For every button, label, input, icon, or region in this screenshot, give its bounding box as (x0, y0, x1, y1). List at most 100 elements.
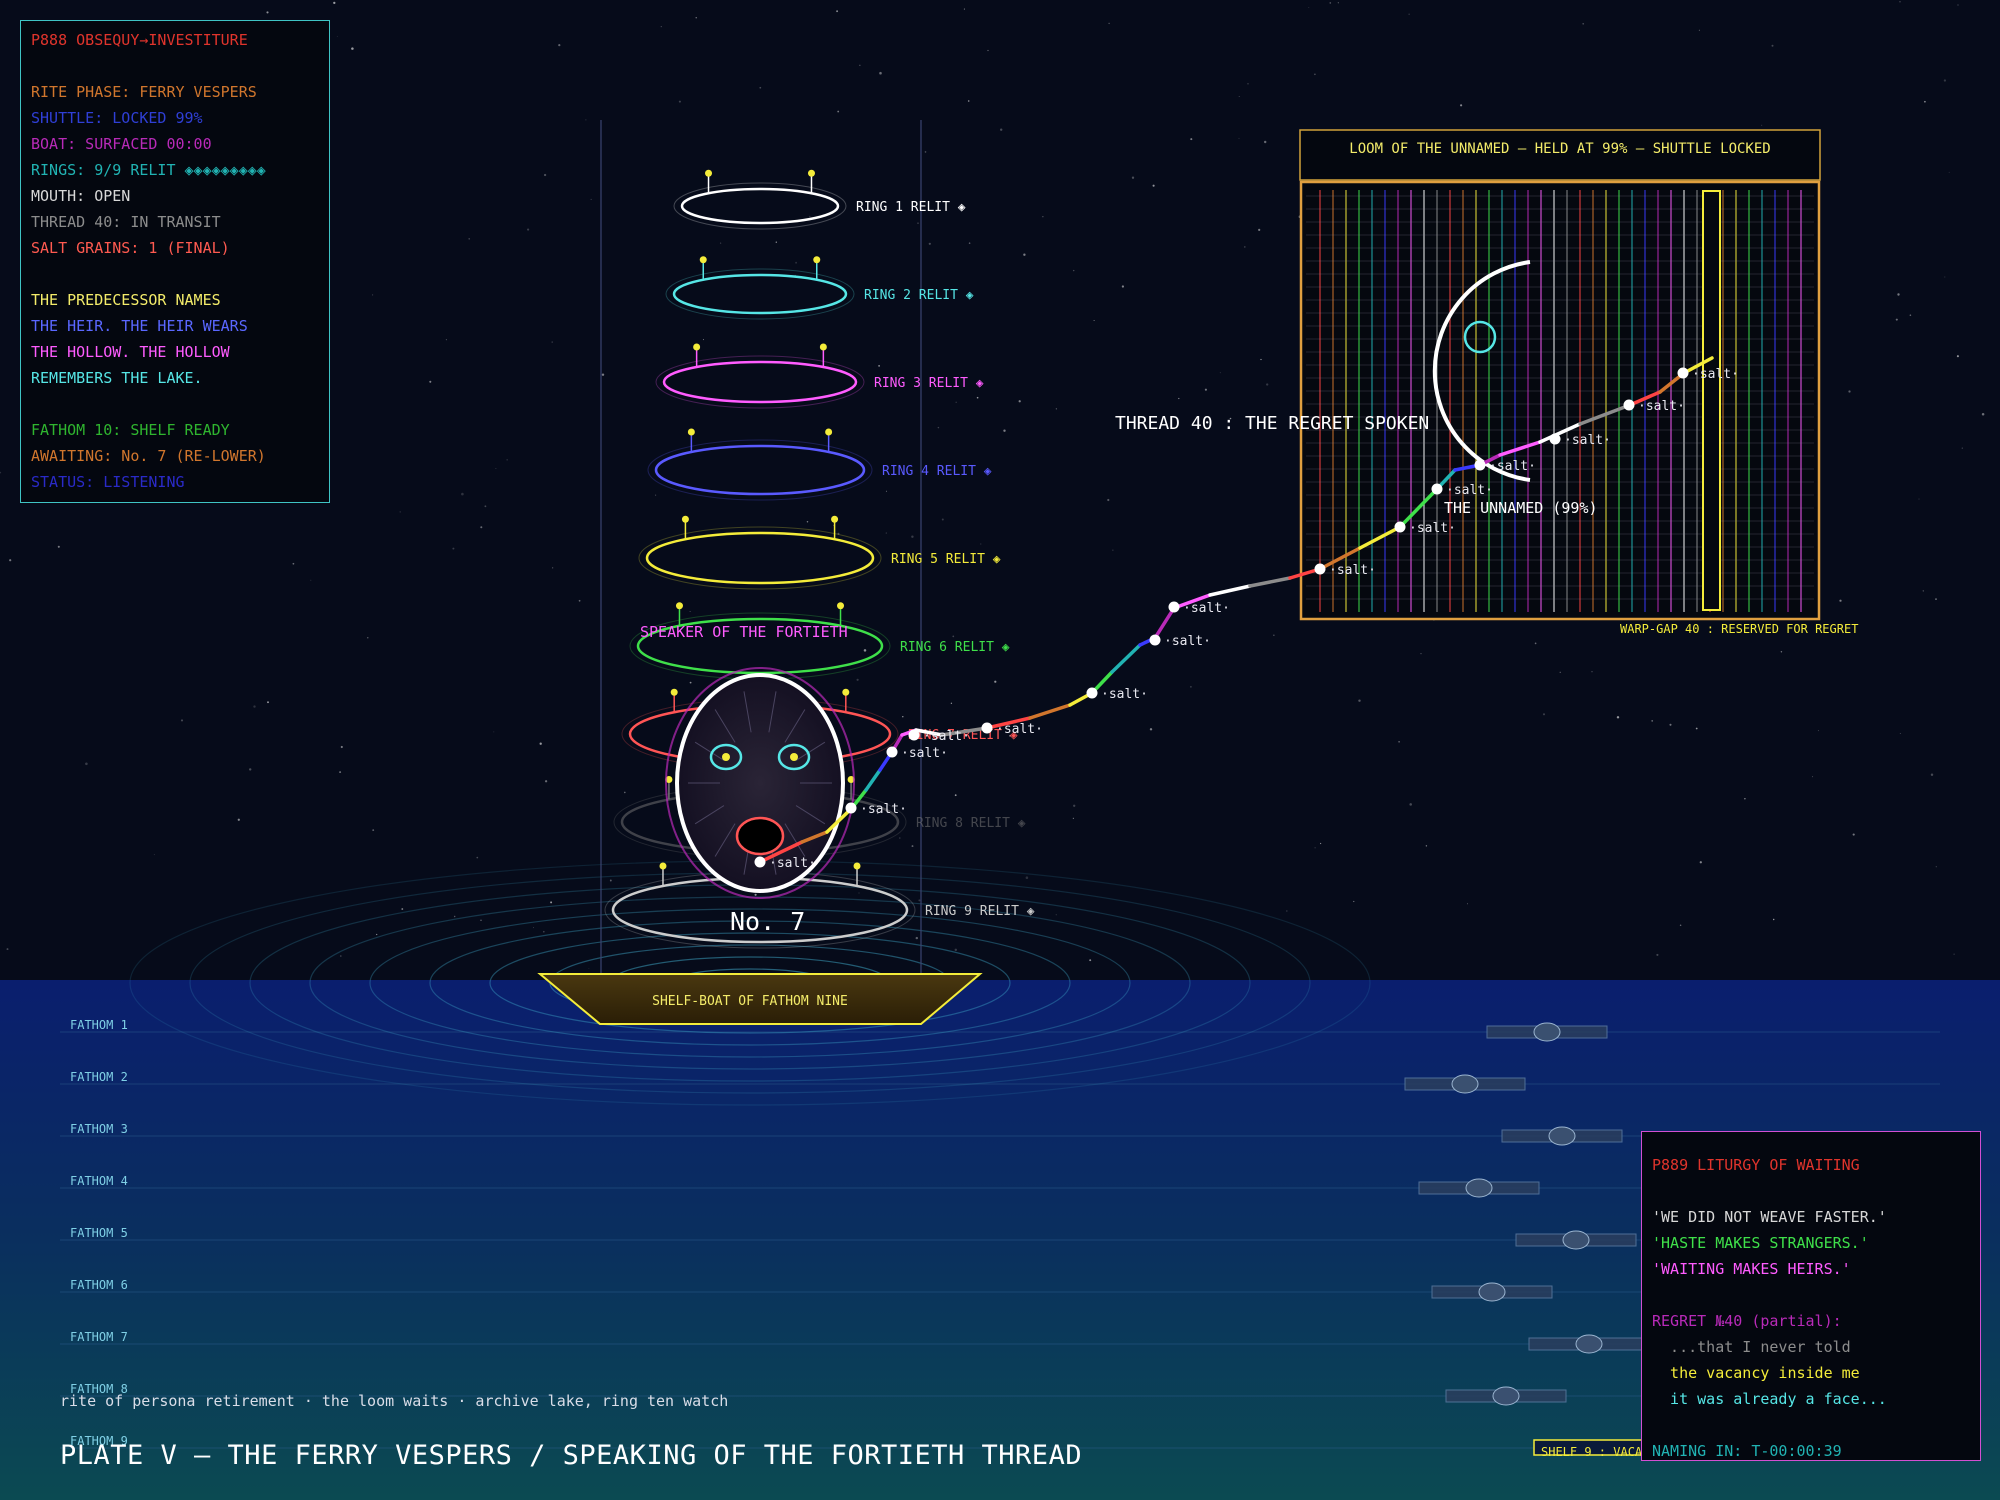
star (237, 818, 240, 821)
liturgy-panel: P889 LITURGY OF WAITING 'WE DID NOT WEAVE… (1641, 1131, 1981, 1461)
star (1089, 959, 1092, 962)
salt-grain-icon (1549, 433, 1561, 445)
star (1943, 79, 1947, 82)
star (1204, 388, 1207, 391)
salt-grain-label: ·salt· (996, 722, 1043, 737)
candle-flame-icon (693, 343, 701, 351)
star (1944, 276, 1946, 278)
salt-grain-icon (886, 746, 898, 758)
star (550, 901, 553, 904)
star (1420, 653, 1422, 655)
star (968, 242, 971, 244)
candle-flame-icon (825, 428, 833, 436)
star (292, 562, 295, 565)
warp-gap-label: WARP-GAP 40 : RESERVED FOR REGRET (1620, 622, 1858, 636)
plate-title: PLATE V — THE FERRY VESPERS / SPEAKING O… (60, 1440, 1083, 1471)
salt-grain-label: ·salt· (769, 856, 816, 871)
star (1761, 124, 1763, 126)
star (1591, 671, 1593, 673)
star (266, 11, 269, 14)
star (544, 780, 548, 783)
star (372, 829, 375, 831)
star (915, 936, 918, 940)
star (980, 543, 982, 545)
panel-line: RITE PHASE: FERRY VESPERS (31, 83, 257, 101)
star (623, 791, 626, 794)
star (340, 955, 342, 957)
panel-line: STATUS: LISTENING (31, 473, 185, 491)
salt-grain-icon (1431, 483, 1443, 495)
star (1055, 914, 1057, 916)
star (452, 547, 455, 550)
salt-grain-label: ·salt· (1409, 521, 1456, 536)
star (1839, 599, 1842, 602)
star (1935, 866, 1937, 868)
candle-flame-icon (705, 169, 713, 177)
star (976, 396, 979, 399)
star (954, 794, 957, 797)
star (1314, 847, 1316, 849)
panel-line (31, 391, 319, 417)
panel-line: it was already a face... (1652, 1390, 1887, 1408)
star (85, 762, 88, 766)
plate-caption: rite of persona retirement · the loom wa… (60, 1392, 729, 1410)
star (911, 535, 914, 538)
star (1073, 804, 1076, 807)
ring-label: RING 2 RELIT ◈ (864, 288, 974, 303)
star (9, 559, 12, 562)
thread-label: THREAD 40 : THE REGRET SPOKEN (1115, 413, 1429, 434)
retired-mask-icon (1478, 1282, 1506, 1302)
star (1669, 723, 1672, 726)
star (924, 151, 927, 153)
star (609, 879, 612, 882)
salt-grain-icon (1168, 601, 1180, 613)
star (1744, 798, 1746, 800)
fathom-label: FATHOM 7 (70, 1330, 128, 1344)
star (1679, 924, 1682, 927)
star (1178, 397, 1180, 400)
star (351, 47, 354, 50)
salt-grain-icon (754, 856, 766, 868)
star (495, 468, 497, 469)
star (1895, 318, 1898, 321)
star (339, 771, 342, 774)
salt-grain-label: ·salt· (1446, 483, 1493, 498)
star (552, 567, 554, 569)
star (879, 71, 882, 75)
loom-title: LOOM OF THE UNNAMED — HELD AT 99% — SHUT… (1349, 141, 1770, 157)
star (267, 701, 269, 704)
star (1329, 2, 1332, 4)
star (963, 8, 965, 10)
star (1408, 13, 1410, 15)
salt-grain-icon (981, 722, 993, 734)
star (1263, 140, 1267, 144)
salt-grain-icon (1314, 563, 1326, 575)
star (1425, 845, 1428, 847)
star (1409, 803, 1412, 806)
star (1266, 383, 1269, 386)
star (484, 505, 487, 508)
star (429, 380, 432, 383)
star (918, 899, 921, 902)
star (1961, 447, 1963, 449)
salt-grain-label: ·salt· (1101, 687, 1148, 702)
star (1924, 100, 1926, 103)
star (493, 731, 495, 733)
fathom-label: FATHOM 4 (70, 1174, 128, 1188)
salt-grain-label: ·salt· (1164, 634, 1211, 649)
star (1108, 22, 1110, 25)
panel-line: the vacancy inside me (1652, 1364, 1860, 1382)
star (806, 521, 809, 523)
shelf-boat-label: SHELF-BOAT OF FATHOM NINE (652, 994, 848, 1009)
star (952, 635, 955, 638)
star (1930, 773, 1934, 776)
star (837, 110, 840, 113)
candle-flame-icon (699, 256, 707, 264)
star (1219, 372, 1221, 374)
panel-line: 'WE DID NOT WEAVE FASTER.' (1652, 1208, 1887, 1226)
star (376, 933, 378, 936)
star (1812, 776, 1814, 778)
star (911, 845, 914, 848)
candle-flame-icon (670, 688, 678, 696)
speaker-name: No. 7 (730, 907, 805, 936)
